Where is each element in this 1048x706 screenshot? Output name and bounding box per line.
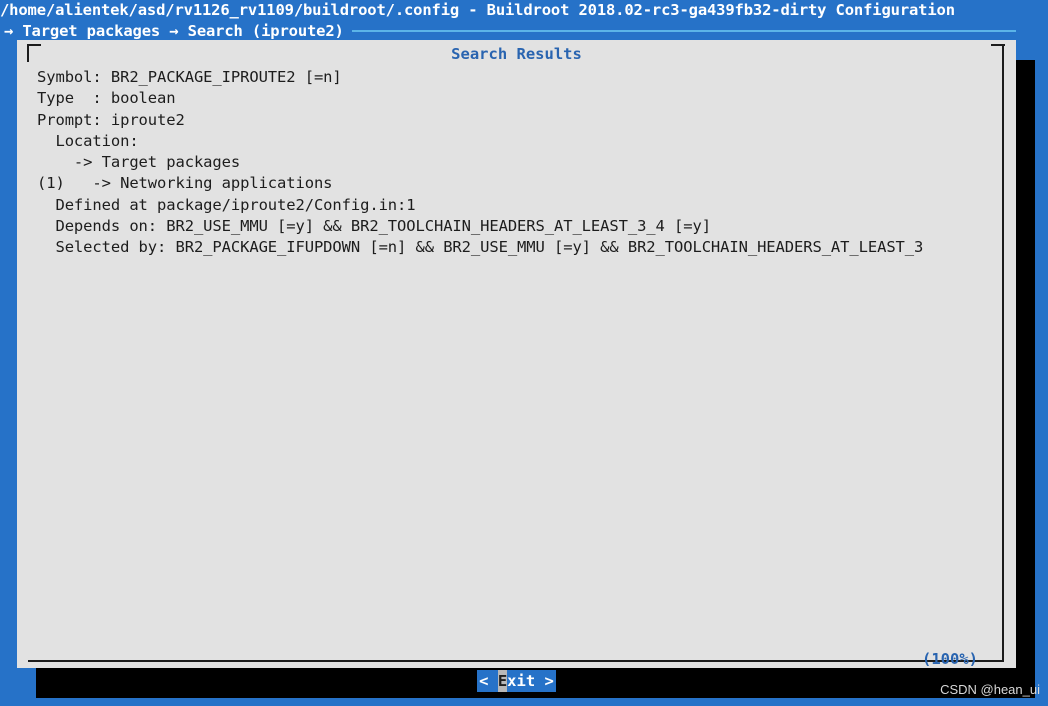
scroll-percent-indicator: (100%) bbox=[922, 650, 978, 668]
dialog-button-row: < Exit > bbox=[17, 670, 1016, 692]
result-line: Symbol: BR2_PACKAGE_IPROUTE2 [=n] bbox=[37, 68, 342, 86]
breadcrumb-row: → Target packages → Search (iproute2) bbox=[0, 21, 1048, 41]
result-line: -> Target packages bbox=[37, 153, 241, 172]
result-line: Depends on: BR2_USE_MMU [=y] && BR2_TOOL… bbox=[37, 217, 711, 236]
breadcrumb-divider bbox=[351, 30, 1016, 32]
terminal-backdrop-right bbox=[1016, 60, 1035, 682]
watermark: CSDN @hean_ui bbox=[940, 682, 1040, 697]
exit-button-hotkey: E bbox=[497, 670, 508, 692]
result-line: Defined at package/iproute2/Config.in:1 bbox=[37, 195, 416, 214]
result-line: Type : boolean bbox=[37, 89, 176, 108]
search-results-text[interactable]: Symbol: BR2_PACKAGE_IPROUTE2 [=n] Type :… bbox=[37, 67, 997, 612]
window-title: /home/alientek/asd/rv1126_rv1109/buildro… bbox=[0, 1, 955, 19]
exit-button-prefix: < bbox=[479, 672, 498, 690]
result-line: Selected by: BR2_PACKAGE_IFUPDOWN [=n] &… bbox=[37, 238, 924, 257]
result-line: Prompt: iproute2 bbox=[37, 110, 185, 129]
result-line: Location: bbox=[37, 131, 139, 150]
result-line-location-entry[interactable]: (1) -> Networking applications bbox=[37, 173, 997, 194]
exit-button[interactable]: < Exit > bbox=[477, 670, 556, 692]
terminal-screen: /home/alientek/asd/rv1126_rv1109/buildro… bbox=[0, 0, 1048, 706]
exit-button-label: xit > bbox=[507, 672, 554, 690]
search-results-dialog: Search Results Symbol: BR2_PACKAGE_IPROU… bbox=[17, 40, 1016, 692]
breadcrumb: → Target packages → Search (iproute2) bbox=[4, 22, 344, 40]
dialog-title: Search Results bbox=[451, 45, 582, 63]
